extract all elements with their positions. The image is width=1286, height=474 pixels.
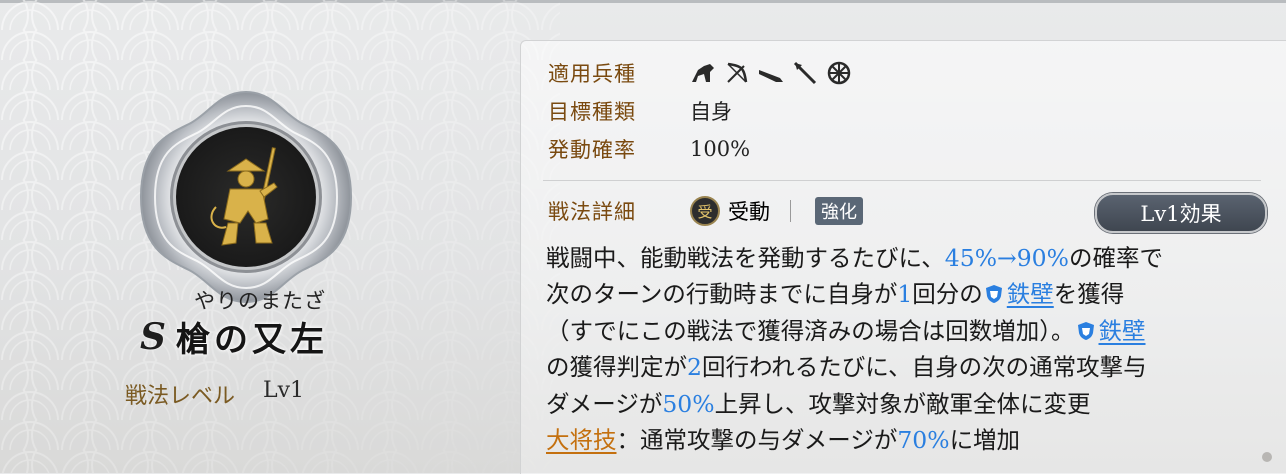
description-line: ダメージが50%上昇し、攻撃対象が敵軍全体に変更 [546, 386, 1266, 422]
level-value: Lv1 [263, 378, 305, 403]
description-line: 戦闘中、能動戦法を発動するたびに、45%→90%の確率で [546, 240, 1266, 276]
general-skill-link[interactable]: 大将技 [546, 426, 617, 454]
value-highlight: 1 [897, 280, 913, 309]
enhance-tag: 強化 [815, 197, 863, 225]
value-highlight: 50% [662, 389, 715, 418]
shield-icon [985, 285, 1002, 304]
tactic-level: 戦法レベル Lv1 [125, 378, 304, 410]
description-line: の獲得判定が2回行われるたびに、自身の次の通常攻撃与 [546, 349, 1266, 385]
spearman-icon [210, 147, 278, 246]
text: ：通常攻撃の与ダメージが [616, 425, 898, 454]
text: を獲得 [1053, 280, 1125, 309]
decorative-dot [1262, 452, 1272, 462]
target-value: 自身 [690, 100, 732, 124]
tactic-description: 戦闘中、能動戦法を発動するたびに、45%→90%の確率で 次のターンの行動時まで… [546, 240, 1266, 458]
divider-bar [790, 200, 791, 222]
rate-label: 発動確率 [548, 138, 636, 162]
cavalry-icon [692, 64, 714, 82]
gun-icon [759, 70, 783, 82]
iron-wall-link[interactable]: 鉄壁 [1007, 280, 1054, 308]
tactic-name-ruby: やりのまたざ [194, 289, 326, 313]
value-highlight: 2 [687, 353, 702, 382]
level-label: 戦法レベル [125, 384, 236, 409]
level-effect-button[interactable]: Lv1効果 [1095, 193, 1267, 233]
text: 次のターンの行動時までに自身が [546, 280, 898, 309]
target-label: 目標種類 [548, 100, 636, 124]
tactic-emblem [133, 84, 359, 310]
value-highlight: 45%→90% [944, 244, 1069, 272]
text: の確率で [1068, 244, 1163, 272]
detail-label: 戦法詳細 [548, 200, 636, 224]
text: 上昇し、攻撃対象が敵軍全体に変更 [714, 389, 1091, 418]
text: ダメージが [546, 389, 663, 418]
troop-row: 適用兵種 [548, 58, 852, 88]
grade-badge: S [140, 315, 166, 358]
divider [543, 180, 1261, 181]
text: 回分の [912, 280, 983, 309]
text: 回行われるたびに、自身の次の通常攻撃与 [701, 353, 1147, 382]
description-line: 大将技：通常攻撃の与ダメージが70%に増加 [546, 422, 1266, 458]
description-line: 次のターンの行動時までに自身が1回分の 鉄壁を獲得 [546, 276, 1266, 312]
text: の獲得判定が [546, 353, 687, 382]
troop-icons [690, 60, 852, 86]
troop-label: 適用兵種 [548, 62, 636, 86]
value-highlight: 70% [897, 425, 950, 454]
iron-wall-link[interactable]: 鉄壁 [1099, 317, 1146, 345]
rate-value: 100% [690, 137, 751, 161]
passive-badge: 受 受動 [690, 196, 770, 226]
target-row: 目標種類 自身 [548, 96, 732, 126]
spear-icon [793, 61, 817, 85]
passive-text: 受動 [728, 200, 770, 224]
passive-icon: 受 [690, 196, 720, 226]
text: に増加 [949, 425, 1021, 454]
text: （すでにこの戦法で獲得済みの場合は回数増加）。 [546, 316, 1075, 345]
text: 戦闘中、能動戦法を発動するたびに、 [546, 244, 945, 272]
bow-icon [727, 62, 748, 83]
description-line: （すでにこの戦法で獲得済みの場合は回数増加）。 鉄壁 [546, 313, 1266, 349]
wheel-icon [827, 61, 851, 85]
rate-row: 発動確率 100% [548, 134, 750, 164]
tactic-name: 槍の又左 [176, 320, 328, 360]
shield-icon [1077, 321, 1094, 340]
tactic-title: S 槍の又左 [140, 312, 328, 361]
detail-row: 戦法詳細 受 受動 強化 [548, 196, 863, 226]
